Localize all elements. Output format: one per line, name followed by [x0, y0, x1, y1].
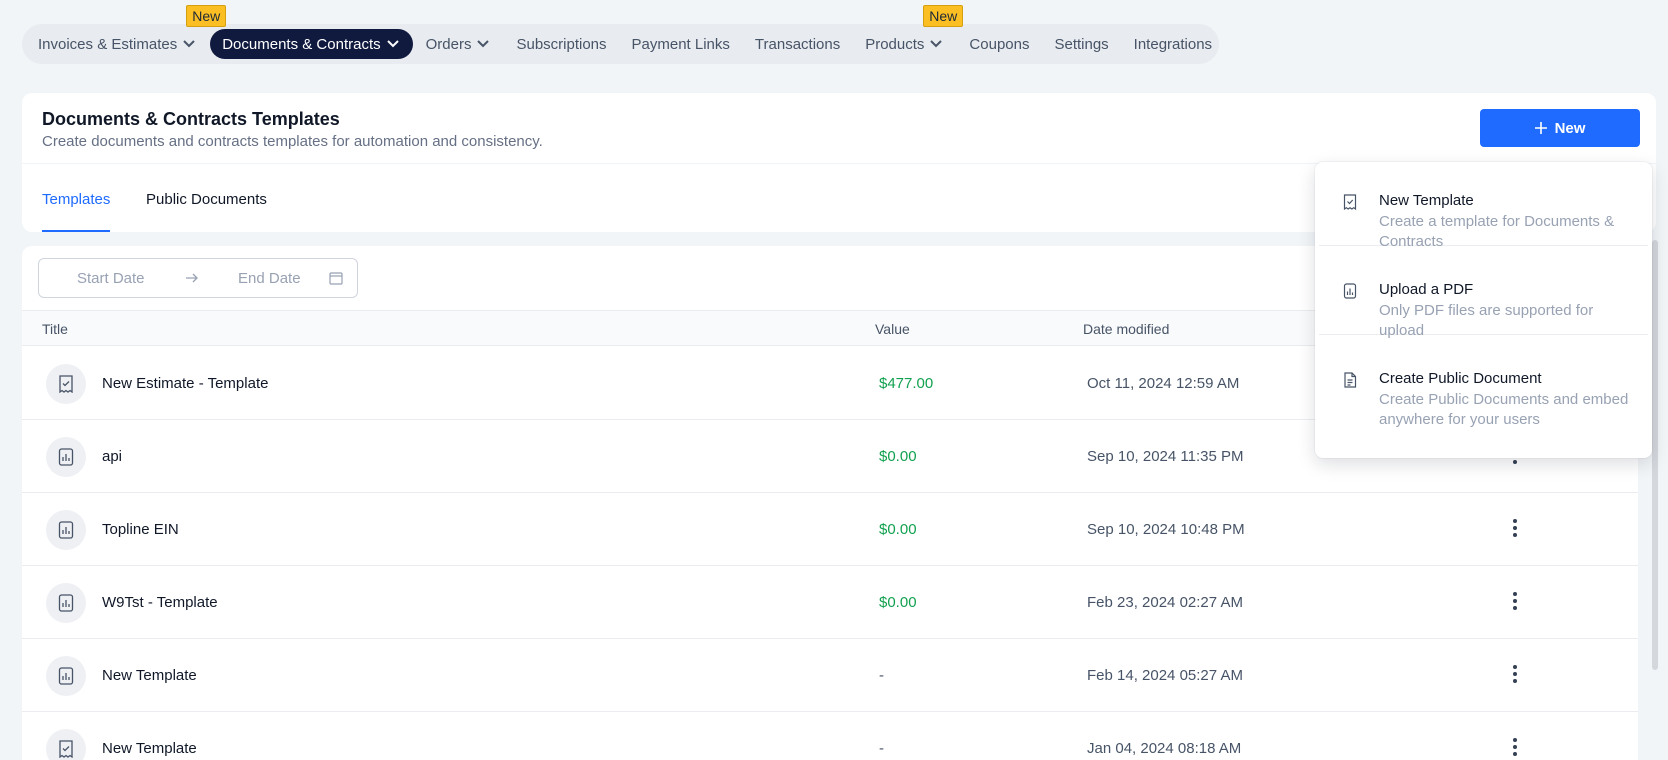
menu-item-create-public-document[interactable]: Create Public Document Create Public Doc…	[1319, 340, 1648, 428]
nav-label: Integrations	[1133, 35, 1213, 53]
nav-integrations[interactable]: Integrations	[1122, 29, 1224, 59]
table-row[interactable]: Topline EIN $0.00 Sep 10, 2024 10:48 PM	[22, 493, 1638, 566]
row-value: -	[879, 740, 884, 757]
more-options-icon[interactable]	[1510, 519, 1520, 541]
menu-item-upload-pdf[interactable]: Upload a PDF Only PDF files are supporte…	[1319, 251, 1648, 339]
row-title[interactable]: W9Tst - Template	[102, 594, 218, 611]
row-date: Jan 04, 2024 08:18 AM	[1087, 740, 1242, 757]
nav-label: Orders	[425, 35, 472, 53]
nav-label: Invoices & Estimates	[38, 35, 178, 53]
table-row[interactable]: W9Tst - Template $0.00 Feb 23, 2024 02:2…	[22, 566, 1638, 639]
chart-document-icon	[46, 583, 86, 623]
nav-label: Documents & Contracts	[222, 35, 381, 53]
nav-documents-contracts[interactable]: New Documents & Contracts	[186, 5, 413, 59]
end-date-input[interactable]: End Date	[238, 270, 301, 287]
column-title: Title	[42, 321, 68, 337]
chart-document-icon	[46, 437, 86, 477]
column-date-modified: Date modified	[1083, 321, 1170, 337]
tab-templates[interactable]: Templates	[42, 191, 110, 208]
row-title[interactable]: New Template	[102, 740, 197, 757]
menu-item-title: New Template	[1379, 192, 1474, 209]
menu-item-title: Upload a PDF	[1379, 281, 1474, 298]
nav-transactions[interactable]: Transactions	[743, 29, 852, 59]
row-title[interactable]: New Template	[102, 667, 197, 684]
receipt-check-icon	[46, 729, 86, 760]
chevron-down-icon	[930, 37, 944, 51]
table-row[interactable]: New Template - Feb 14, 2024 05:27 AM	[22, 639, 1638, 712]
page-subtitle: Create documents and contracts templates…	[42, 133, 543, 150]
nav-products[interactable]: New Products	[853, 5, 964, 59]
row-date: Feb 23, 2024 02:27 AM	[1087, 594, 1243, 611]
arrow-right-icon	[185, 271, 199, 289]
more-options-icon[interactable]	[1510, 665, 1520, 687]
nav-orders[interactable]: Orders	[414, 29, 504, 59]
nav-label: Subscriptions	[516, 35, 607, 53]
row-title[interactable]: api	[102, 448, 122, 465]
chart-document-icon	[1343, 283, 1357, 304]
file-text-icon	[1343, 372, 1357, 393]
nav-settings[interactable]: Settings	[1042, 29, 1120, 59]
nav-label: Transactions	[754, 35, 841, 53]
chevron-down-icon	[386, 37, 401, 51]
row-title[interactable]: Topline EIN	[102, 521, 179, 538]
menu-item-description: Create a template for Documents & Contra…	[1379, 213, 1615, 250]
menu-item-description: Create Public Documents and embed anywhe…	[1379, 391, 1629, 428]
row-value: $0.00	[879, 521, 917, 538]
nav-coupons[interactable]: Coupons	[957, 29, 1041, 59]
nav-payment-links[interactable]: Payment Links	[620, 29, 742, 59]
row-date: Feb 14, 2024 05:27 AM	[1087, 667, 1243, 684]
row-title[interactable]: New Estimate - Template	[102, 375, 268, 392]
nav-label: Settings	[1054, 35, 1109, 53]
menu-item-title: Create Public Document	[1379, 370, 1542, 387]
chart-document-icon	[46, 656, 86, 696]
more-options-icon[interactable]	[1510, 738, 1520, 760]
more-options-icon[interactable]	[1510, 592, 1520, 614]
new-button[interactable]: New	[1480, 109, 1640, 147]
menu-item-new-template[interactable]: New Template Create a template for Docum…	[1319, 162, 1648, 250]
top-nav: Invoices & Estimates New Documents & Con…	[22, 5, 1219, 64]
plus-icon	[1534, 122, 1547, 134]
active-tab-indicator	[42, 230, 110, 232]
new-button-label: New	[1554, 119, 1586, 137]
chart-document-icon	[46, 510, 86, 550]
nav-label: Products	[865, 35, 925, 53]
new-dropdown-menu: New Template Create a template for Docum…	[1315, 162, 1652, 458]
row-date: Sep 10, 2024 10:48 PM	[1087, 521, 1245, 538]
page-header: Documents & Contracts Templates Create d…	[22, 93, 1656, 163]
row-value: -	[879, 667, 884, 684]
row-value: $0.00	[879, 594, 917, 611]
row-date: Sep 10, 2024 11:35 PM	[1087, 448, 1244, 465]
new-badge: New	[186, 5, 227, 27]
scrollbar[interactable]	[1652, 240, 1658, 670]
page-title: Documents & Contracts Templates	[42, 109, 340, 129]
menu-item-description: Only PDF files are supported for upload	[1379, 302, 1594, 339]
chevron-down-icon	[183, 37, 197, 51]
tab-public-documents[interactable]: Public Documents	[146, 191, 267, 208]
row-date: Oct 11, 2024 12:59 AM	[1087, 375, 1240, 392]
nav-invoices-estimates[interactable]: Invoices & Estimates	[26, 29, 209, 59]
table-row[interactable]: New Template - Jan 04, 2024 08:18 AM	[22, 712, 1638, 760]
column-value: Value	[875, 321, 910, 337]
calendar-icon[interactable]	[329, 271, 343, 289]
new-badge: New	[923, 5, 964, 27]
row-value: $477.00	[879, 375, 934, 392]
date-range-picker[interactable]: Start Date End Date	[38, 258, 358, 298]
nav-label: Coupons	[969, 35, 1030, 53]
start-date-input[interactable]: Start Date	[77, 270, 145, 287]
receipt-check-icon	[46, 364, 86, 404]
receipt-check-icon	[1343, 194, 1357, 215]
nav-subscriptions[interactable]: Subscriptions	[504, 29, 618, 59]
nav-label: Payment Links	[631, 35, 730, 53]
chevron-down-icon	[477, 37, 491, 51]
row-value: $0.00	[879, 448, 917, 465]
